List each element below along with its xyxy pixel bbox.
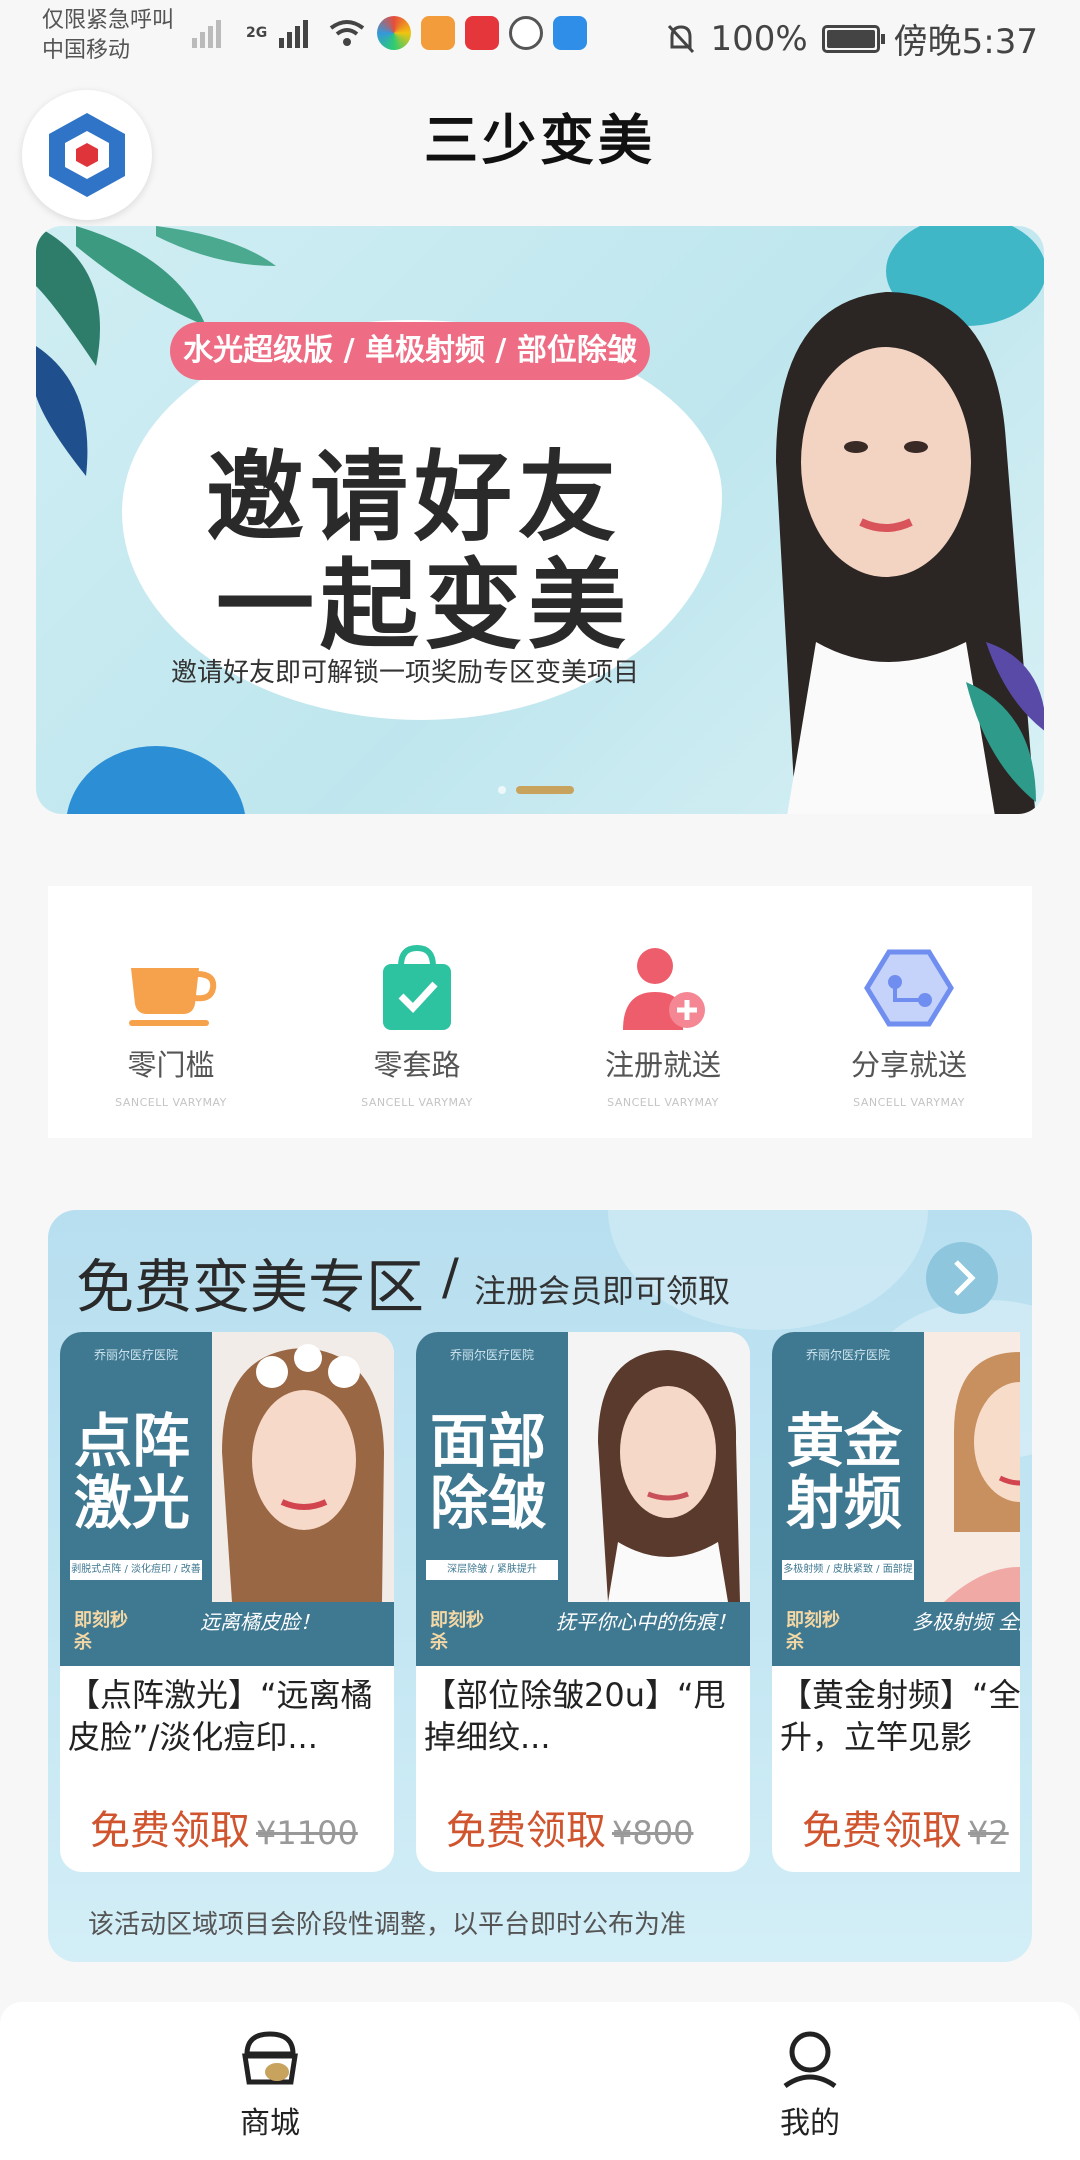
banner-tagline: 水光超级版 / 单极射频 / 部位除皱 xyxy=(170,322,650,380)
product-big-title: 面部除皱 xyxy=(430,1407,547,1537)
shop-icon xyxy=(242,2031,298,2085)
battery-percent: 100% xyxy=(710,18,808,59)
clock: 傍晚5:37 xyxy=(893,22,1038,62)
wifi-icon xyxy=(330,20,365,46)
product-card[interactable]: 乔丽尔医疗医院 黄金射频 多极射频 / 皮肤紧致 / 面部提升 即刻秒杀 多极射… xyxy=(772,1332,1020,1872)
zone-title-divider: / xyxy=(442,1248,459,1306)
product-name: 【点阵激光】“远离橘皮脸”/淡化痘印... xyxy=(68,1676,373,1756)
feature-item[interactable]: 零套路 SANCELL VARYMAY xyxy=(294,886,540,1138)
feature-item[interactable]: 分享就送 SANCELL VARYMAY xyxy=(786,886,1032,1138)
bottom-nav: 商城 我的 xyxy=(0,2002,1080,2160)
carrier-info: 仅限紧急呼叫 中国移动 xyxy=(42,6,174,66)
nav-label: 商城 xyxy=(240,2106,300,2141)
hand-app-icon xyxy=(509,16,544,50)
banner-subtitle: 邀请好友即可解锁一项奖励专区变美项目 xyxy=(171,658,640,688)
model-photo xyxy=(924,1332,1020,1602)
product-price: 免费领取 ¥1100 xyxy=(90,1798,358,1856)
page-title: 三少变美 xyxy=(424,109,656,172)
chat-app-icon xyxy=(553,16,588,50)
nav-item-shop[interactable]: 商城 xyxy=(0,2002,540,2160)
network-type: 2G xyxy=(246,25,268,41)
product-tags: 剥脱式点阵 / 淡化痘印 / 改善毛孔 xyxy=(70,1560,202,1595)
product-tags: 多极射频 / 皮肤紧致 / 面部提升 xyxy=(782,1560,914,1595)
product-price: 免费领取 ¥800 xyxy=(446,1798,693,1856)
promo-banner[interactable]: 水光超级版 / 单极射频 / 部位除皱 邀请好友 一起变美 邀请好友即可解锁一项… xyxy=(36,226,1044,814)
free-claim-label: 免费领取 xyxy=(802,1808,962,1854)
huawei-app-icon xyxy=(465,16,500,50)
zone-next-button[interactable] xyxy=(926,1242,998,1314)
video-app-icon xyxy=(421,16,456,50)
feature-item[interactable]: 注册就送 SANCELL VARYMAY xyxy=(540,886,786,1138)
product-name: 【黄金射频】“全脸提升，立竿见影 xyxy=(780,1676,1020,1756)
carousel-indicator xyxy=(498,786,574,794)
feature-label: 分享就送 xyxy=(850,1048,967,1082)
free-claim-label: 免费领取 xyxy=(446,1808,606,1854)
flash-sale-badge: 即刻秒杀 xyxy=(74,1610,128,1653)
original-price: ¥2 xyxy=(968,1814,1009,1852)
zone-title: 免费变美专区 xyxy=(76,1253,425,1321)
user-icon xyxy=(783,2031,837,2089)
battery-icon xyxy=(821,24,885,53)
product-card[interactable]: 乔丽尔医疗医院 点阵激光 剥脱式点阵 / 淡化痘印 / 改善毛孔 即刻秒杀 远离… xyxy=(60,1332,394,1872)
free-claim-label: 免费领取 xyxy=(90,1808,250,1854)
deco-circle xyxy=(66,746,246,814)
brand-name: 乔丽尔医疗医院 xyxy=(449,1348,534,1362)
browser-app-icon xyxy=(377,16,412,50)
product-slogan: 远离橘皮脸！ xyxy=(200,1610,320,1634)
product-image: 乔丽尔医疗医院 点阵激光 剥脱式点阵 / 淡化痘印 / 改善毛孔 即刻秒杀 远离… xyxy=(60,1332,394,1666)
product-image: 乔丽尔医疗医院 面部除皱 深层除皱 / 紧肤提升 即刻秒杀 抚平你心中的伤痕！ xyxy=(416,1332,750,1666)
share-icon xyxy=(864,949,954,1027)
status-bar: 仅限紧急呼叫 中国移动 2G 100% 傍晚5:37 xyxy=(0,0,1080,72)
product-carousel[interactable]: 乔丽尔医疗医院 点阵激光 剥脱式点阵 / 淡化痘印 / 改善毛孔 即刻秒杀 远离… xyxy=(60,1332,1020,1872)
product-slogan: 抚平你心中的伤痕！ xyxy=(556,1610,736,1634)
zone-subtitle: 注册会员即可领取 xyxy=(474,1272,731,1310)
status-right: 100% 傍晚5:37 xyxy=(666,14,1038,63)
nav-label: 我的 xyxy=(780,2106,840,2141)
feature-en-label: SANCELL VARYMAY xyxy=(607,1096,719,1109)
brand-name: 乔丽尔医疗医院 xyxy=(93,1348,178,1362)
status-icons: 2G xyxy=(190,16,588,50)
carrier-name: 中国移动 xyxy=(42,38,131,63)
product-image: 乔丽尔医疗医院 黄金射频 多极射频 / 皮肤紧致 / 面部提升 即刻秒杀 多极射… xyxy=(772,1332,1020,1666)
model-photo xyxy=(568,1332,750,1602)
original-price: ¥1100 xyxy=(256,1814,358,1852)
feature-label: 零套路 xyxy=(373,1048,461,1082)
original-price: ¥800 xyxy=(612,1814,694,1852)
feature-en-label: SANCELL VARYMAY xyxy=(361,1096,473,1109)
flash-sale-badge: 即刻秒杀 xyxy=(786,1610,840,1653)
feature-en-label: SANCELL VARYMAY xyxy=(853,1096,965,1109)
shopping-bag-check-icon xyxy=(383,944,451,1030)
flash-sale-badge: 即刻秒杀 xyxy=(430,1610,484,1653)
carousel-dot-active[interactable] xyxy=(516,786,574,794)
product-slogan: 多极射频 全脸提升 xyxy=(912,1610,1020,1634)
feature-label: 注册就送 xyxy=(604,1048,721,1082)
product-name: 【部位除皱20u】“甩掉细纹... xyxy=(424,1676,726,1756)
cup-icon xyxy=(129,968,217,1026)
product-big-title: 点阵激光 xyxy=(74,1407,191,1537)
carousel-dot[interactable] xyxy=(498,786,506,794)
feature-en-label: SANCELL VARYMAY xyxy=(115,1096,227,1109)
signal-icon xyxy=(192,20,221,48)
signal-strength-icon xyxy=(279,20,309,48)
feature-label: 零门槛 xyxy=(127,1048,215,1082)
feature-item[interactable]: 零门槛 SANCELL VARYMAY xyxy=(48,886,294,1138)
chevron-right-icon xyxy=(954,1260,976,1296)
add-user-icon xyxy=(623,948,705,1030)
zone-disclaimer: 该活动区域项目会阶段性调整，以平台即时公布为准 xyxy=(88,1910,687,1940)
product-price: 免费领取 ¥2 xyxy=(802,1798,1009,1856)
product-tags: 深层除皱 / 紧肤提升 xyxy=(426,1560,558,1580)
emergency-call-text: 仅限紧急呼叫 xyxy=(42,8,175,33)
free-zone-section: 免费变美专区 / 注册会员即可领取 乔丽尔医疗医院 点阵激光 剥脱式点阵 / 淡… xyxy=(48,1210,1032,1962)
banner-headline-2: 一起变美 xyxy=(216,549,633,663)
product-big-title: 黄金射频 xyxy=(786,1407,903,1537)
model-photo xyxy=(212,1332,394,1602)
brand-name: 乔丽尔医疗医院 xyxy=(805,1348,890,1362)
model-photo xyxy=(776,292,1044,814)
mute-bell-icon xyxy=(668,24,695,53)
feature-row: 零门槛 SANCELL VARYMAY 零套路 SANCELL VARYMAY … xyxy=(48,886,1032,1138)
product-card[interactable]: 乔丽尔医疗医院 面部除皱 深层除皱 / 紧肤提升 即刻秒杀 抚平你心中的伤痕！ … xyxy=(416,1332,750,1872)
nav-item-mine[interactable]: 我的 xyxy=(540,2002,1080,2160)
